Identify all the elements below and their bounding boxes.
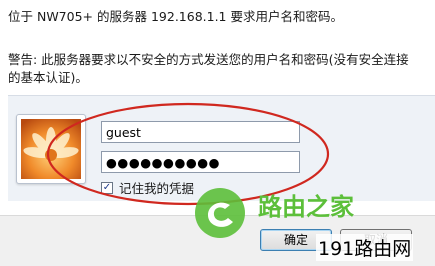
security-warning-line-2: 的基本认证)。 bbox=[8, 70, 88, 85]
security-warning-line-1: 警告: 此服务器要求以不安全的方式发送您的用户名和密码(没有安全连接 bbox=[8, 52, 409, 67]
password-field[interactable]: ●●●●●●●●●● bbox=[101, 151, 300, 173]
user-avatar bbox=[16, 114, 86, 184]
server-prompt-text: 位于 NW705+ 的服务器 192.168.1.1 要求用户名和密码。 bbox=[8, 9, 343, 24]
flower-avatar-icon bbox=[21, 119, 81, 179]
ok-button[interactable]: 确定 bbox=[260, 229, 332, 251]
username-field[interactable]: guest bbox=[101, 121, 300, 143]
remember-checkbox[interactable]: ✓ bbox=[101, 181, 113, 194]
credential-dialog: 位于 NW705+ 的服务器 192.168.1.1 要求用户名和密码。 警告:… bbox=[0, 0, 435, 266]
cancel-button[interactable]: 取消 bbox=[340, 229, 412, 251]
remember-credentials-option[interactable]: ✓ 记住我的凭据 bbox=[101, 178, 194, 197]
remember-label: 记住我的凭据 bbox=[119, 181, 195, 196]
